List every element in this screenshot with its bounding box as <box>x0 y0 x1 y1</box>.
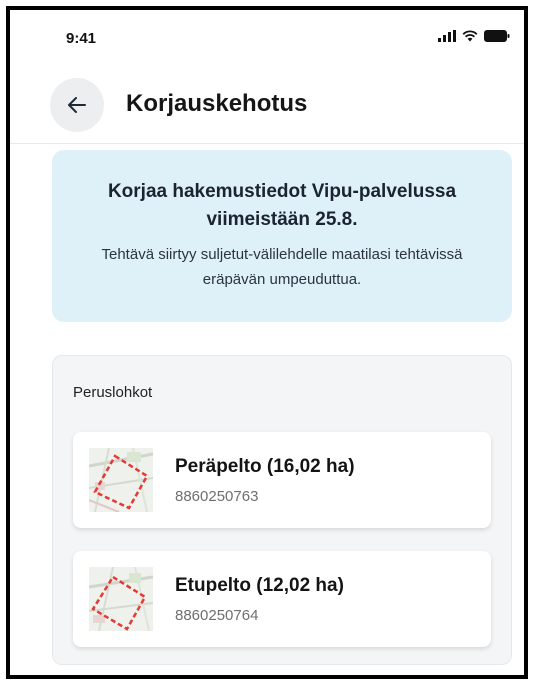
status-bar: 9:41 <box>10 10 524 66</box>
parcel-name: Etupelto (12,02 ha) <box>175 575 344 596</box>
notice-body: Tehtävä siirtyy suljetut-välilehdelle ma… <box>101 246 463 288</box>
parcel-name: Peräpelto (16,02 ha) <box>175 456 355 477</box>
arrow-left-icon <box>68 97 86 113</box>
map-thumbnail-icon <box>89 567 153 631</box>
notice-title: Korjaa hakemustiedot Vipu-palvelussa vii… <box>107 181 457 230</box>
section-label: Peruslohkot <box>73 384 153 401</box>
page-title: Korjauskehotus <box>126 90 308 117</box>
status-icons <box>438 30 510 42</box>
battery-icon <box>484 30 510 42</box>
app-header: Korjauskehotus <box>10 70 524 144</box>
signal-icon <box>438 30 456 42</box>
parcel-item-etupelto[interactable]: Etupelto (12,02 ha) 8860250764 <box>73 551 491 647</box>
phone-frame: 9:41 Korjauskehotus Korjaa hakemustiedot… <box>6 6 528 679</box>
parcel-id: 8860250763 <box>175 488 259 505</box>
status-time: 9:41 <box>66 30 97 47</box>
back-button[interactable] <box>50 78 104 132</box>
parcel-item-perapelto[interactable]: Peräpelto (16,02 ha) 8860250763 <box>73 432 491 528</box>
parcel-id: 8860250764 <box>175 607 259 624</box>
map-thumbnail-icon <box>89 448 153 512</box>
notice-card: Korjaa hakemustiedot Vipu-palvelussa vii… <box>52 150 512 322</box>
parcels-card: Peruslohkot Peräpelto (16,02 ha) 8860250… <box>52 355 512 665</box>
wifi-icon <box>462 30 478 42</box>
